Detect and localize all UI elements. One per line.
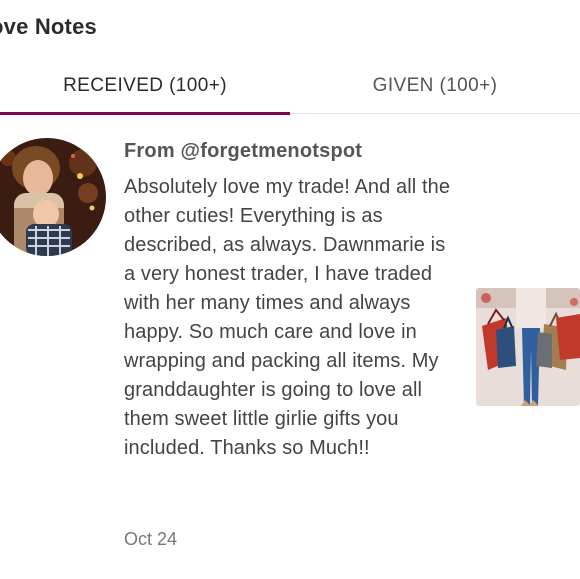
note-date: Oct 24 — [124, 529, 178, 549]
active-tab-indicator — [0, 112, 290, 115]
avatar[interactable] — [0, 138, 106, 256]
note-author[interactable]: From @forgetmenotspot — [124, 140, 362, 163]
page-title: ove Notes — [0, 14, 97, 39]
note-body: Absolutely love my trade! And all the ot… — [124, 176, 451, 459]
tab-received[interactable]: RECEIVED (100+) — [0, 58, 290, 114]
listing-thumbnail[interactable] — [476, 288, 580, 406]
love-notes-tabs: RECEIVED (100+) GIVEN (100+) — [0, 58, 580, 115]
tab-given[interactable]: GIVEN (100+) — [290, 58, 580, 114]
